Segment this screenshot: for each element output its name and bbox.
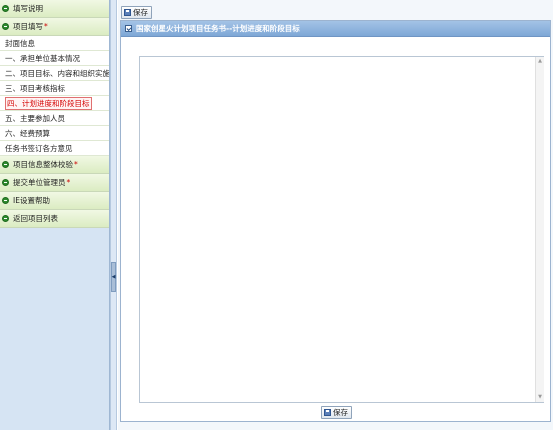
sidebar-item-budget[interactable]: 六、经费预算 bbox=[0, 126, 109, 141]
sidebar-item-goals-content[interactable]: 二、项目目标、内容和组织实施 bbox=[0, 66, 109, 81]
sidebar-item-project-fill[interactable]: 项目填写 * bbox=[0, 18, 109, 36]
sidebar-item-label: 四、计划进度和阶段目标 bbox=[5, 96, 92, 110]
scroll-up-icon[interactable]: ▲ bbox=[537, 58, 543, 65]
green-circle-icon bbox=[2, 179, 9, 186]
sidebar-item-label: 任务书签订各方意见 bbox=[5, 143, 73, 153]
sidebar-item-label: 三、项目考核指标 bbox=[5, 83, 65, 93]
panel-header: 国家创星火计划项目任务书--计划进度和阶段目标 bbox=[121, 21, 550, 37]
sidebar-item-label: 项目信息整体校验 bbox=[13, 160, 73, 169]
required-star: * bbox=[44, 22, 48, 31]
scroll-down-icon[interactable]: ▼ bbox=[537, 394, 543, 401]
form-panel: 国家创星火计划项目任务书--计划进度和阶段目标 ▲ ▼ bbox=[120, 20, 551, 422]
required-star: * bbox=[66, 178, 71, 187]
sidebar: 填写说明 项目填写 * 封面信息 一、承担单位基本情况 二、项目目标、内容和组织实… bbox=[0, 0, 110, 430]
checkbox-icon bbox=[125, 25, 132, 32]
sidebar-item-submit-admin[interactable]: 提交单位管理员 * bbox=[0, 174, 109, 192]
sidebar-item-signing-opinions[interactable]: 任务书签订各方意见 bbox=[0, 141, 109, 156]
required-star: * bbox=[74, 160, 78, 169]
sidebar-item-label: 一、承担单位基本情况 bbox=[5, 53, 80, 63]
sidebar-item-label: 六、经费预算 bbox=[5, 128, 50, 138]
sidebar-splitter[interactable]: ◀ bbox=[110, 0, 117, 430]
green-circle-icon bbox=[2, 161, 9, 168]
save-button-label: 保存 bbox=[133, 8, 148, 17]
sidebar-item-label: 项目填写 bbox=[13, 22, 43, 31]
scrollbar-track[interactable]: ▲ ▼ bbox=[535, 57, 544, 402]
sidebar-item-ie-help[interactable]: IE设置帮助 bbox=[0, 192, 109, 210]
green-circle-icon bbox=[2, 215, 9, 222]
sidebar-item-cover-info[interactable]: 封面信息 bbox=[0, 36, 109, 51]
sidebar-item-label: 填写说明 bbox=[13, 4, 43, 13]
sidebar-item-label: 五、主要参加人员 bbox=[5, 113, 65, 123]
sidebar-item-label: IE设置帮助 bbox=[13, 196, 50, 205]
sidebar-item-assessment-indicators[interactable]: 三、项目考核指标 bbox=[0, 81, 109, 96]
panel-title: 国家创星火计划项目任务书--计划进度和阶段目标 bbox=[136, 24, 300, 33]
save-button-top[interactable]: 保存 bbox=[121, 6, 152, 19]
save-disk-icon bbox=[124, 9, 131, 16]
sidebar-item-back-to-list[interactable]: 返回项目列表 bbox=[0, 210, 109, 228]
textarea-scrollbar[interactable]: ▲ ▼ bbox=[535, 57, 544, 402]
sidebar-item-instructions[interactable]: 填写说明 bbox=[0, 0, 109, 18]
sidebar-item-label: 二、项目目标、内容和组织实施 bbox=[5, 68, 109, 78]
green-circle-icon bbox=[2, 197, 9, 204]
sidebar-item-unit-basic-info[interactable]: 一、承担单位基本情况 bbox=[0, 51, 109, 66]
sidebar-item-schedule-goals[interactable]: 四、计划进度和阶段目标 bbox=[0, 96, 109, 111]
sidebar-item-overall-validation[interactable]: 项目信息整体校验 * bbox=[0, 156, 109, 174]
green-circle-icon bbox=[2, 5, 9, 12]
sidebar-item-participants[interactable]: 五、主要参加人员 bbox=[0, 111, 109, 126]
sidebar-item-label: 返回项目列表 bbox=[13, 214, 58, 223]
schedule-goals-textarea[interactable] bbox=[139, 56, 544, 403]
main-content: 保存 国家创星火计划项目任务书--计划进度和阶段目标 ▲ ▼ 保存 bbox=[118, 0, 553, 430]
save-button-label: 保存 bbox=[333, 408, 348, 417]
save-button-bottom[interactable]: 保存 bbox=[321, 406, 352, 419]
save-disk-icon bbox=[324, 409, 331, 416]
sidebar-item-label: 提交单位管理员 bbox=[13, 178, 66, 187]
sidebar-item-label: 封面信息 bbox=[5, 38, 35, 48]
green-circle-icon bbox=[2, 23, 9, 30]
collapse-handle-icon[interactable]: ◀ bbox=[111, 262, 116, 292]
